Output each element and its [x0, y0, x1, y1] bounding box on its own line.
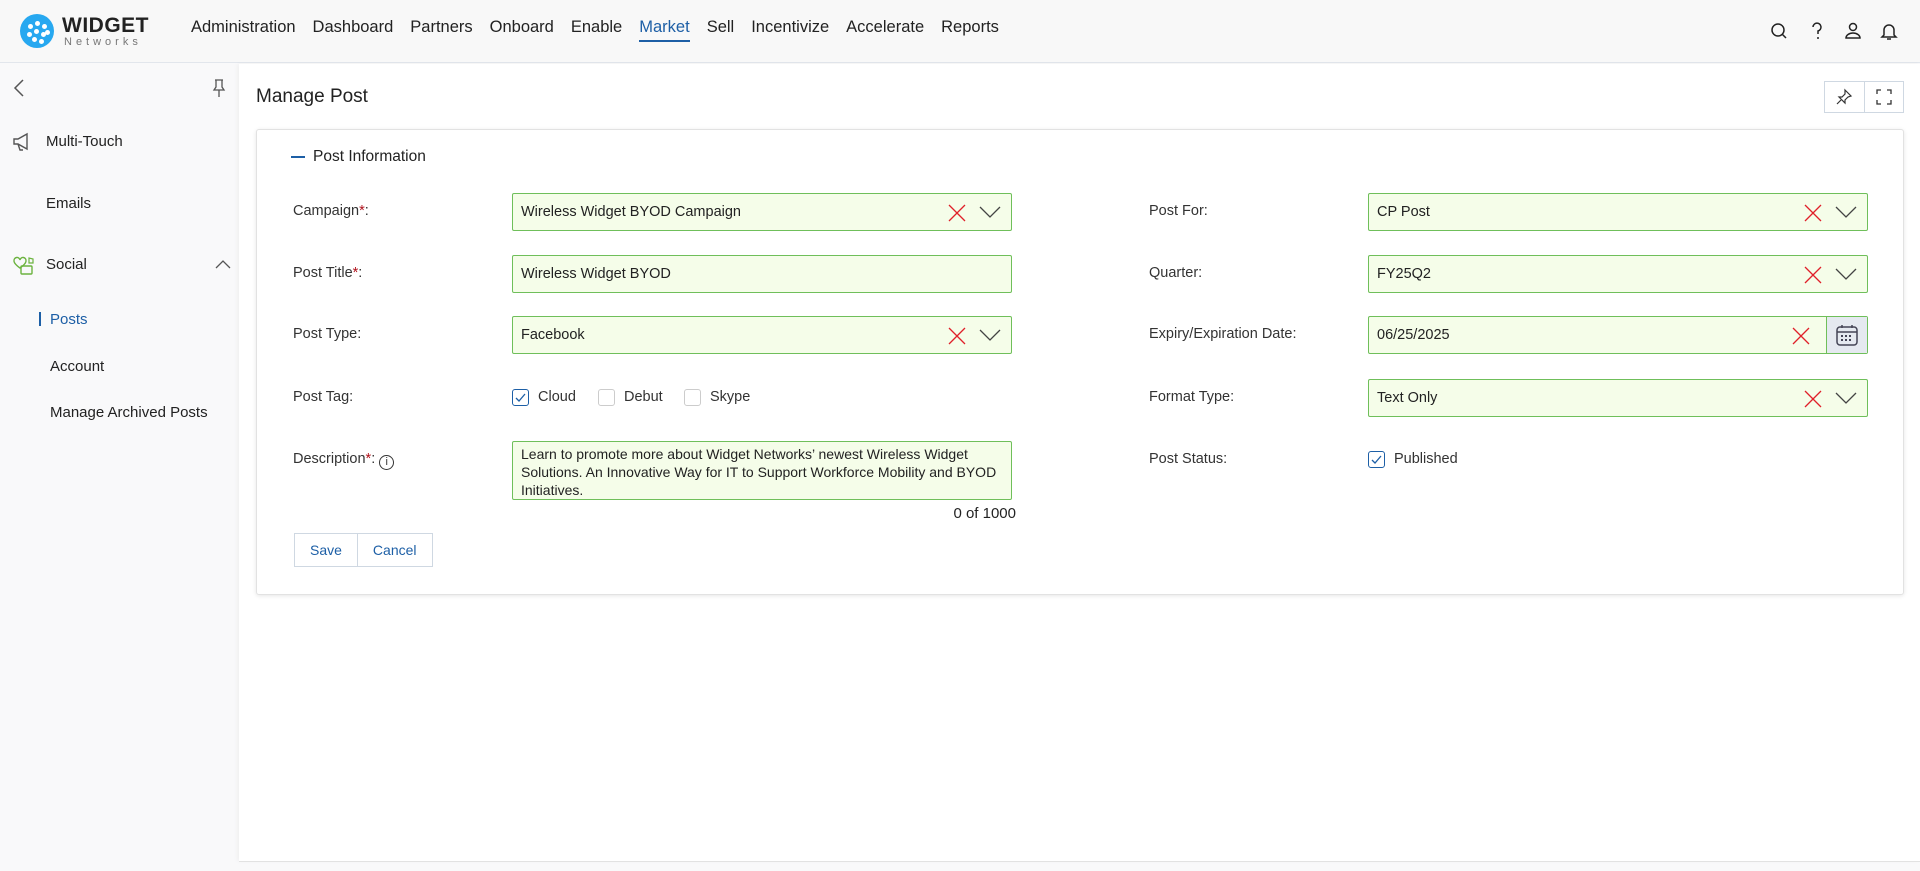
- published-label[interactable]: Published: [1394, 451, 1458, 467]
- section-title: Post Information: [313, 148, 426, 165]
- quarter-label: Quarter:: [1149, 265, 1203, 281]
- pin-icon: [1836, 88, 1853, 105]
- collapse-section-icon[interactable]: [291, 156, 305, 158]
- fullscreen-button[interactable]: [1863, 82, 1904, 112]
- page-actions: [1824, 81, 1904, 113]
- clear-icon[interactable]: [1803, 265, 1823, 285]
- chevron-down-icon[interactable]: [979, 328, 1001, 342]
- section-header[interactable]: Post Information: [291, 148, 426, 166]
- save-button[interactable]: Save: [295, 534, 357, 566]
- info-icon[interactable]: i: [379, 455, 395, 470]
- check-icon: [515, 393, 526, 402]
- post-tag-label: Post Tag:: [293, 389, 354, 405]
- post-title-label: Post Title*:: [293, 265, 363, 281]
- campaign-label: Campaign*:: [293, 203, 369, 219]
- chevron-down-icon[interactable]: [1835, 391, 1857, 405]
- chevron-up-icon[interactable]: [214, 258, 232, 270]
- calendar-button[interactable]: [1826, 317, 1867, 353]
- post-for-value: CP Post: [1377, 204, 1430, 220]
- sidebar: Multi-Touch Emails Social Posts Account …: [0, 64, 239, 871]
- collapse-sidebar-icon[interactable]: [12, 78, 26, 98]
- post-type-select[interactable]: Facebook: [512, 316, 1012, 354]
- nav-market[interactable]: Market: [639, 18, 690, 42]
- expiry-date-input[interactable]: 06/25/2025: [1368, 316, 1868, 354]
- sidebar-item-emails[interactable]: Emails: [46, 195, 91, 212]
- help-icon[interactable]: [1806, 20, 1828, 42]
- skype-checkbox[interactable]: [684, 389, 701, 406]
- pin-page-button[interactable]: [1825, 82, 1864, 112]
- nav-partners[interactable]: Partners: [410, 18, 472, 42]
- quarter-select[interactable]: FY25Q2: [1368, 255, 1868, 293]
- nav-administration[interactable]: Administration: [191, 18, 296, 42]
- post-type-label: Post Type:: [293, 326, 362, 342]
- sidebar-item-manage-archived-posts[interactable]: Manage Archived Posts: [50, 404, 208, 421]
- chevron-down-icon[interactable]: [1835, 205, 1857, 219]
- brand-name: WIDGET: [62, 14, 149, 37]
- nav-dashboard[interactable]: Dashboard: [313, 18, 394, 42]
- sidebar-item-multi-touch[interactable]: Multi-Touch: [46, 133, 123, 150]
- calendar-icon: [1836, 325, 1858, 346]
- nav-sell[interactable]: Sell: [707, 18, 735, 42]
- sidebar-item-posts[interactable]: Posts: [50, 311, 88, 328]
- description-label: Description*: i: [293, 451, 395, 470]
- published-checkbox[interactable]: [1368, 451, 1385, 468]
- social-icon: [13, 256, 34, 275]
- nav-enable[interactable]: Enable: [571, 18, 622, 42]
- description-textarea[interactable]: Learn to promote more about Widget Netwo…: [512, 441, 1012, 500]
- clear-icon[interactable]: [1791, 326, 1811, 346]
- clear-icon[interactable]: [1803, 389, 1823, 409]
- top-header: WIDGET Networks Administration Dashboard…: [0, 0, 1920, 63]
- expiry-date-label: Expiry/Expiration Date:: [1149, 326, 1297, 342]
- check-icon: [1371, 455, 1382, 464]
- format-type-select[interactable]: Text Only: [1368, 379, 1868, 417]
- debut-label[interactable]: Debut: [624, 389, 663, 405]
- debut-checkbox[interactable]: [598, 389, 615, 406]
- megaphone-icon: [13, 132, 28, 151]
- search-icon[interactable]: [1768, 20, 1790, 42]
- post-for-select[interactable]: CP Post: [1368, 193, 1868, 231]
- chevron-down-icon[interactable]: [1835, 267, 1857, 281]
- nav-accelerate[interactable]: Accelerate: [846, 18, 924, 42]
- cloud-label[interactable]: Cloud: [538, 389, 576, 405]
- active-indicator: [39, 312, 41, 326]
- sidebar-item-account[interactable]: Account: [50, 358, 104, 375]
- widget-logo-icon[interactable]: [20, 14, 54, 48]
- skype-label[interactable]: Skype: [710, 389, 750, 405]
- sidebar-item-social[interactable]: Social: [46, 256, 87, 273]
- nav-incentivize[interactable]: Incentivize: [751, 18, 829, 42]
- form-buttons: Save Cancel: [294, 533, 433, 567]
- clear-icon[interactable]: [1803, 203, 1823, 223]
- user-icon[interactable]: [1842, 20, 1864, 42]
- character-counter: 0 of 1000: [953, 505, 1016, 522]
- nav-onboard[interactable]: Onboard: [490, 18, 554, 42]
- divider: [239, 861, 1920, 862]
- page-title: Manage Post: [256, 86, 368, 107]
- bell-icon[interactable]: [1878, 20, 1900, 42]
- campaign-select[interactable]: Wireless Widget BYOD Campaign: [512, 193, 1012, 231]
- fullscreen-icon: [1876, 89, 1892, 105]
- nav-reports[interactable]: Reports: [941, 18, 999, 42]
- cloud-checkbox[interactable]: [512, 389, 529, 406]
- brand-sub: Networks: [64, 36, 142, 48]
- quarter-value: FY25Q2: [1377, 266, 1431, 282]
- clear-icon[interactable]: [947, 203, 967, 223]
- main-nav: Administration Dashboard Partners Onboar…: [191, 18, 999, 42]
- clear-icon[interactable]: [947, 326, 967, 346]
- campaign-value: Wireless Widget BYOD Campaign: [521, 204, 741, 220]
- post-for-label: Post For:: [1149, 203, 1208, 219]
- format-type-value: Text Only: [1377, 390, 1438, 406]
- pin-sidebar-icon[interactable]: [211, 78, 227, 98]
- cancel-button[interactable]: Cancel: [356, 534, 432, 566]
- post-status-label: Post Status:: [1149, 451, 1228, 467]
- post-type-value: Facebook: [521, 327, 585, 343]
- format-type-label: Format Type:: [1149, 389, 1235, 405]
- chevron-down-icon[interactable]: [979, 205, 1001, 219]
- post-title-input[interactable]: Wireless Widget BYOD: [512, 255, 1012, 293]
- expiry-date-value: 06/25/2025: [1377, 327, 1450, 343]
